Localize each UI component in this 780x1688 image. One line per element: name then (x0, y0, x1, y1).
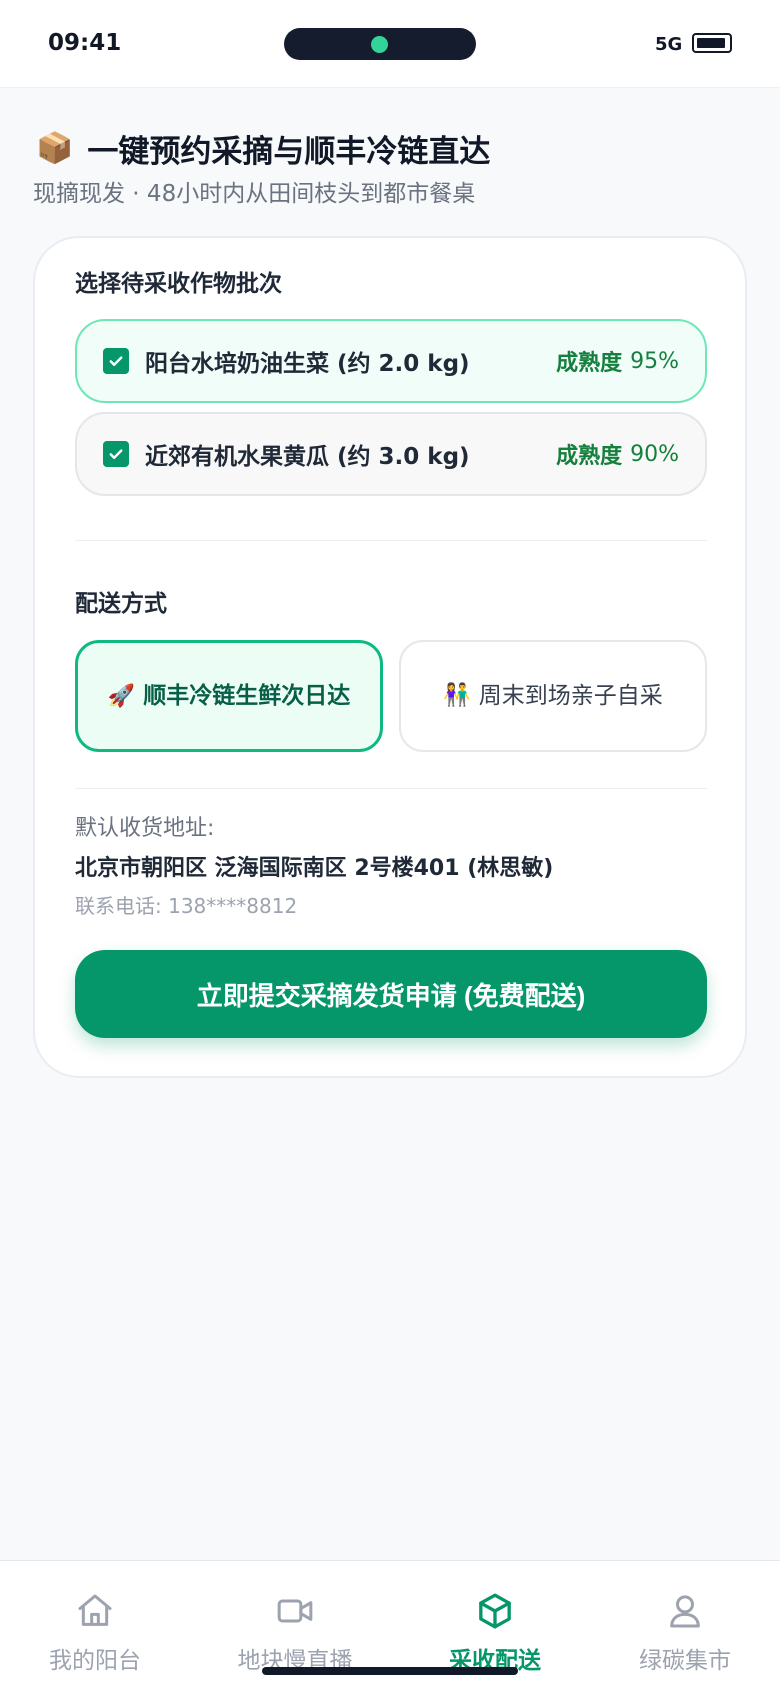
delivery-option-label: 顺丰冷链生鲜次日达 (143, 682, 351, 709)
ripeness-label: 成熟度 (556, 444, 623, 469)
box-icon (479, 1593, 511, 1629)
checkbox-checked-icon[interactable] (103, 441, 129, 467)
ripeness-value: 95% (630, 348, 679, 374)
delivery-option-self-pick[interactable]: 👫 周末到场亲子自采 (399, 640, 707, 752)
nav-item-market[interactable]: 绿碳集市 (590, 1591, 780, 1675)
delivery-section-label: 配送方式 (75, 591, 167, 617)
crop-section-label: 选择待采收作物批次 (75, 271, 282, 297)
crop-item-lettuce[interactable]: 阳台水培奶油生菜 (约 2.0 kg) 成熟度 95% (75, 319, 707, 403)
divider (75, 788, 707, 789)
network-indicator: 5G (655, 34, 683, 55)
contact-phone: 联系电话: 138****8812 (75, 894, 298, 918)
nav-label: 我的阳台 (49, 1648, 141, 1674)
crop-item-cucumber[interactable]: 近郊有机水果黄瓜 (约 3.0 kg) 成熟度 90% (75, 412, 707, 496)
delivery-option-label: 周末到场亲子自采 (478, 683, 663, 709)
home-indicator[interactable] (262, 1667, 518, 1675)
dynamic-island (284, 28, 476, 60)
user-icon (670, 1595, 700, 1628)
home-icon (78, 1594, 112, 1626)
nav-label: 绿碳集市 (639, 1648, 731, 1674)
page-subtitle: 现摘现发 · 48小时内从田间枝头到都市餐桌 (33, 181, 476, 207)
status-bar: 09:41 5G (0, 0, 780, 88)
address-text: 北京市朝阳区 泛海国际南区 2号楼401 (林思敏) (75, 856, 554, 881)
crop-name: 近郊有机水果黄瓜 (约 3.0 kg) (145, 444, 470, 470)
rocket-icon: 🚀 (107, 683, 136, 709)
crop-name: 阳台水培奶油生菜 (约 2.0 kg) (145, 351, 470, 377)
ripeness-label: 成熟度 (556, 351, 623, 376)
checkbox-checked-icon[interactable] (103, 348, 129, 374)
video-icon (277, 1599, 313, 1623)
nav-item-live[interactable]: 地块慢直播 (200, 1591, 390, 1675)
submit-harvest-button[interactable]: 立即提交采摘发货申请 (免费配送) (75, 950, 707, 1038)
delivery-option-sf-express[interactable]: 🚀 顺丰冷链生鲜次日达 (75, 640, 383, 752)
page-title: 一键预约采摘与顺丰冷链直达 (87, 134, 491, 170)
page-header: 📦 一键预约采摘与顺丰冷链直达 (36, 126, 490, 171)
address-label: 默认收货地址: (75, 816, 215, 841)
battery-level (697, 38, 725, 48)
package-icon: 📦 (36, 130, 74, 166)
ripeness-value: 90% (630, 441, 679, 467)
harvest-card: 选择待采收作物批次 阳台水培奶油生菜 (约 2.0 kg) 成熟度 95% 近郊… (33, 236, 747, 1078)
divider (75, 540, 707, 541)
nav-item-delivery[interactable]: 采收配送 (400, 1591, 590, 1675)
status-time: 09:41 (48, 30, 122, 56)
nav-item-balcony[interactable]: 我的阳台 (0, 1591, 190, 1675)
camera-indicator-icon (371, 36, 388, 53)
family-icon: 👫 (443, 683, 471, 708)
battery-icon (692, 33, 732, 53)
